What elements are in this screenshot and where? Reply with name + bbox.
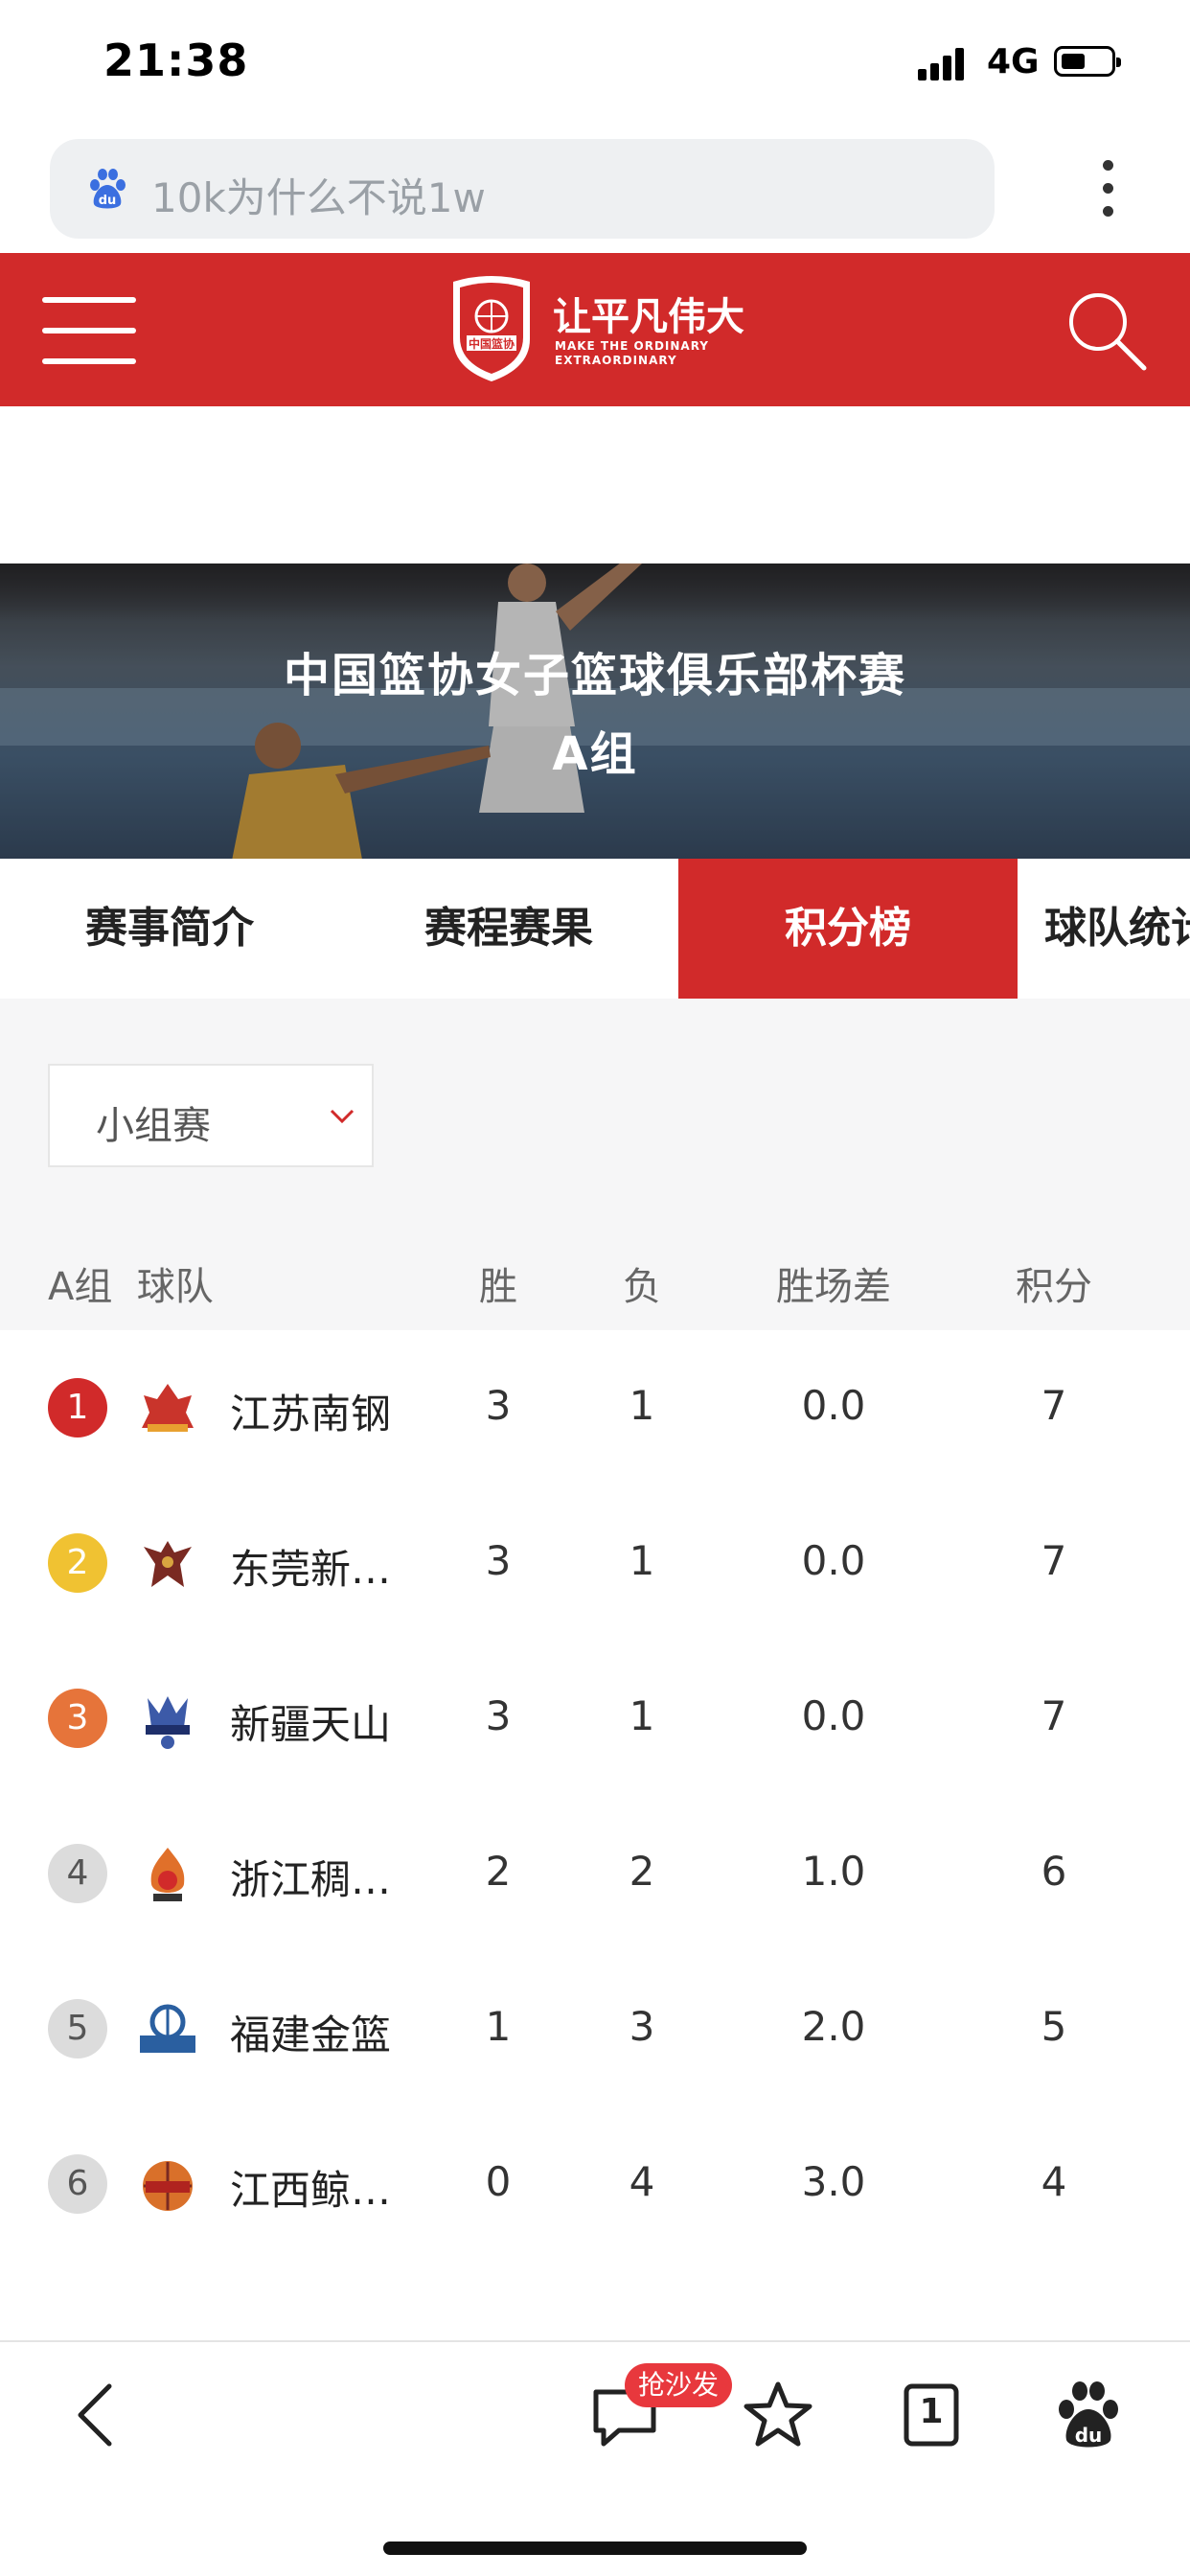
header-diff: 胜场差	[776, 1265, 891, 1309]
wins-value: 2	[485, 1848, 512, 1895]
standings-table-body: 1 江苏南钢 3 1 0.0 7 2 东莞新… 3 1 0.0 7 3 新疆天山…	[0, 1330, 1190, 2340]
points-value: 7	[1041, 1382, 1067, 1429]
battery-icon	[1054, 46, 1121, 77]
tab-team-stats[interactable]: 球队统计	[1044, 859, 1190, 999]
diff-value: 1.0	[801, 1848, 866, 1895]
points-value: 5	[1041, 2003, 1067, 2050]
points-value: 7	[1041, 1692, 1067, 1739]
diff-value: 0.0	[801, 1382, 866, 1429]
rank-badge: 3	[48, 1689, 107, 1748]
team-logo-icon	[146, 1696, 190, 1749]
header-wins: 胜	[479, 1265, 517, 1309]
losses-value: 4	[629, 2158, 655, 2205]
status-time: 21:38	[103, 34, 249, 86]
team-name: 东莞新…	[230, 1546, 392, 1593]
network-label: 4G	[987, 42, 1040, 81]
logo-slogan: 让平凡伟大	[553, 295, 744, 339]
header-group-team: A组 球队	[48, 1265, 214, 1309]
team-name: 新疆天山	[230, 1701, 392, 1748]
header-losses: 负	[623, 1265, 661, 1309]
site-header: 中国篮协 让平凡伟大 MAKE THE ORDINARY EXTRAORDINA…	[0, 253, 1190, 406]
losses-value: 3	[629, 2003, 655, 2050]
home-indicator[interactable]	[383, 2542, 807, 2555]
team-logo-icon	[142, 1384, 194, 1432]
wins-value: 0	[485, 2158, 512, 2205]
wins-value: 3	[485, 1537, 512, 1584]
logo-subline: MAKE THE ORDINARY EXTRAORDINARY	[555, 339, 709, 368]
diff-value: 0.0	[801, 1692, 866, 1739]
losses-value: 1	[629, 1382, 655, 1429]
tabs-button[interactable]: 1	[893, 2377, 970, 2453]
banner-title-line2: A组	[552, 727, 638, 781]
team-name: 江苏南钢	[230, 1391, 392, 1438]
team-name: 浙江稠…	[230, 1856, 392, 1903]
stage-select-value: 小组赛	[96, 1104, 211, 1148]
points-value: 4	[1041, 2158, 1067, 2205]
header-points: 积分	[1016, 1265, 1092, 1309]
status-bar: 21:38 4G	[0, 0, 1190, 129]
baidu-paw-nav-icon[interactable]: du	[1050, 2377, 1127, 2453]
banner-title: 中国篮协女子篮球俱乐部杯赛 A组	[0, 636, 1190, 794]
points-value: 6	[1041, 1848, 1067, 1895]
search-icon[interactable]	[1064, 288, 1150, 374]
section-tabs: 赛事简介 赛程赛果 积分榜 球队统计	[0, 859, 1190, 999]
search-input[interactable]: 10k为什么不说1w	[151, 166, 486, 224]
losses-value: 1	[629, 1692, 655, 1739]
comment-badge[interactable]: 抢沙发	[625, 2363, 733, 2407]
team-name: 福建金篮	[230, 2012, 392, 2058]
table-row[interactable]: 1 江苏南钢 3 1 0.0 7	[0, 1330, 1190, 1485]
team-logo-icon	[150, 1848, 185, 1901]
more-options-icon[interactable]	[1097, 158, 1120, 219]
cba-shield-logo-icon: 中国篮协	[453, 276, 530, 381]
losses-value: 1	[629, 1537, 655, 1584]
wins-value: 1	[485, 2003, 512, 2050]
losses-value: 2	[629, 1848, 655, 1895]
diff-value: 3.0	[801, 2158, 866, 2205]
table-row[interactable]: 3 新疆天山 3 1 0.0 7	[0, 1641, 1190, 1796]
team-name: 江西鲸…	[230, 2167, 392, 2214]
standings-table-header: A组 球队 胜 负 胜场差 积分	[0, 1227, 1190, 1330]
star-bookmark-icon[interactable]	[740, 2377, 816, 2453]
table-row[interactable]: 5 福建金篮 1 3 2.0 5	[0, 1951, 1190, 2106]
baidu-paw-icon: du	[90, 169, 126, 209]
tab-schedule-results[interactable]: 赛程赛果	[339, 859, 678, 999]
stage-select[interactable]: 小组赛	[48, 1064, 374, 1167]
svg-text:du: du	[99, 194, 117, 208]
points-value: 7	[1041, 1537, 1067, 1584]
tab-count: 1	[919, 2392, 944, 2431]
diff-value: 2.0	[801, 2003, 866, 2050]
tab-event-intro[interactable]: 赛事简介	[0, 859, 339, 999]
tab-standings[interactable]: 积分榜	[678, 859, 1018, 999]
back-arrow-icon[interactable]	[59, 2377, 136, 2453]
table-row[interactable]: 6 江西鲸… 0 4 3.0 4	[0, 2106, 1190, 2262]
standings-content: 小组赛 A组 球队 胜 负 胜场差 积分 1 江苏南钢 3 1 0.0 7 2	[0, 999, 1190, 2340]
banner-title-line1: 中国篮协女子篮球俱乐部杯赛	[283, 649, 906, 702]
logo-subline-2: EXTRAORDINARY	[555, 354, 677, 367]
hamburger-menu-icon[interactable]	[42, 297, 136, 364]
team-logo-icon	[143, 2161, 193, 2211]
rank-badge: 4	[48, 1844, 107, 1903]
rank-badge: 6	[48, 2154, 107, 2214]
diff-value: 0.0	[801, 1537, 866, 1584]
table-row[interactable]: 2 东莞新… 3 1 0.0 7	[0, 1485, 1190, 1641]
svg-text:du: du	[1075, 2424, 1103, 2447]
rank-badge: 5	[48, 1999, 107, 2058]
team-logo-icon	[144, 1541, 192, 1587]
wins-value: 3	[485, 1382, 512, 1429]
rank-badge: 1	[48, 1378, 107, 1438]
signal-icon	[918, 46, 968, 80]
rank-badge: 2	[48, 1533, 107, 1593]
wins-value: 3	[485, 1692, 512, 1739]
event-banner: 中国篮协女子篮球俱乐部杯赛 A组	[0, 564, 1190, 859]
team-logo-icon	[140, 2004, 195, 2053]
site-logo[interactable]: 中国篮协 让平凡伟大 MAKE THE ORDINARY EXTRAORDINA…	[446, 272, 752, 387]
table-row[interactable]: 4 浙江稠… 2 2 1.0 6	[0, 1796, 1190, 1951]
browser-bottom-nav: 抢沙发 1 du	[0, 2340, 1190, 2576]
logo-badge-text: 中国篮协	[469, 336, 515, 351]
logo-subline-1: MAKE THE ORDINARY	[555, 339, 709, 353]
browser-search-bar[interactable]: du 10k为什么不说1w	[50, 139, 995, 239]
chevron-down-icon	[330, 1109, 355, 1124]
